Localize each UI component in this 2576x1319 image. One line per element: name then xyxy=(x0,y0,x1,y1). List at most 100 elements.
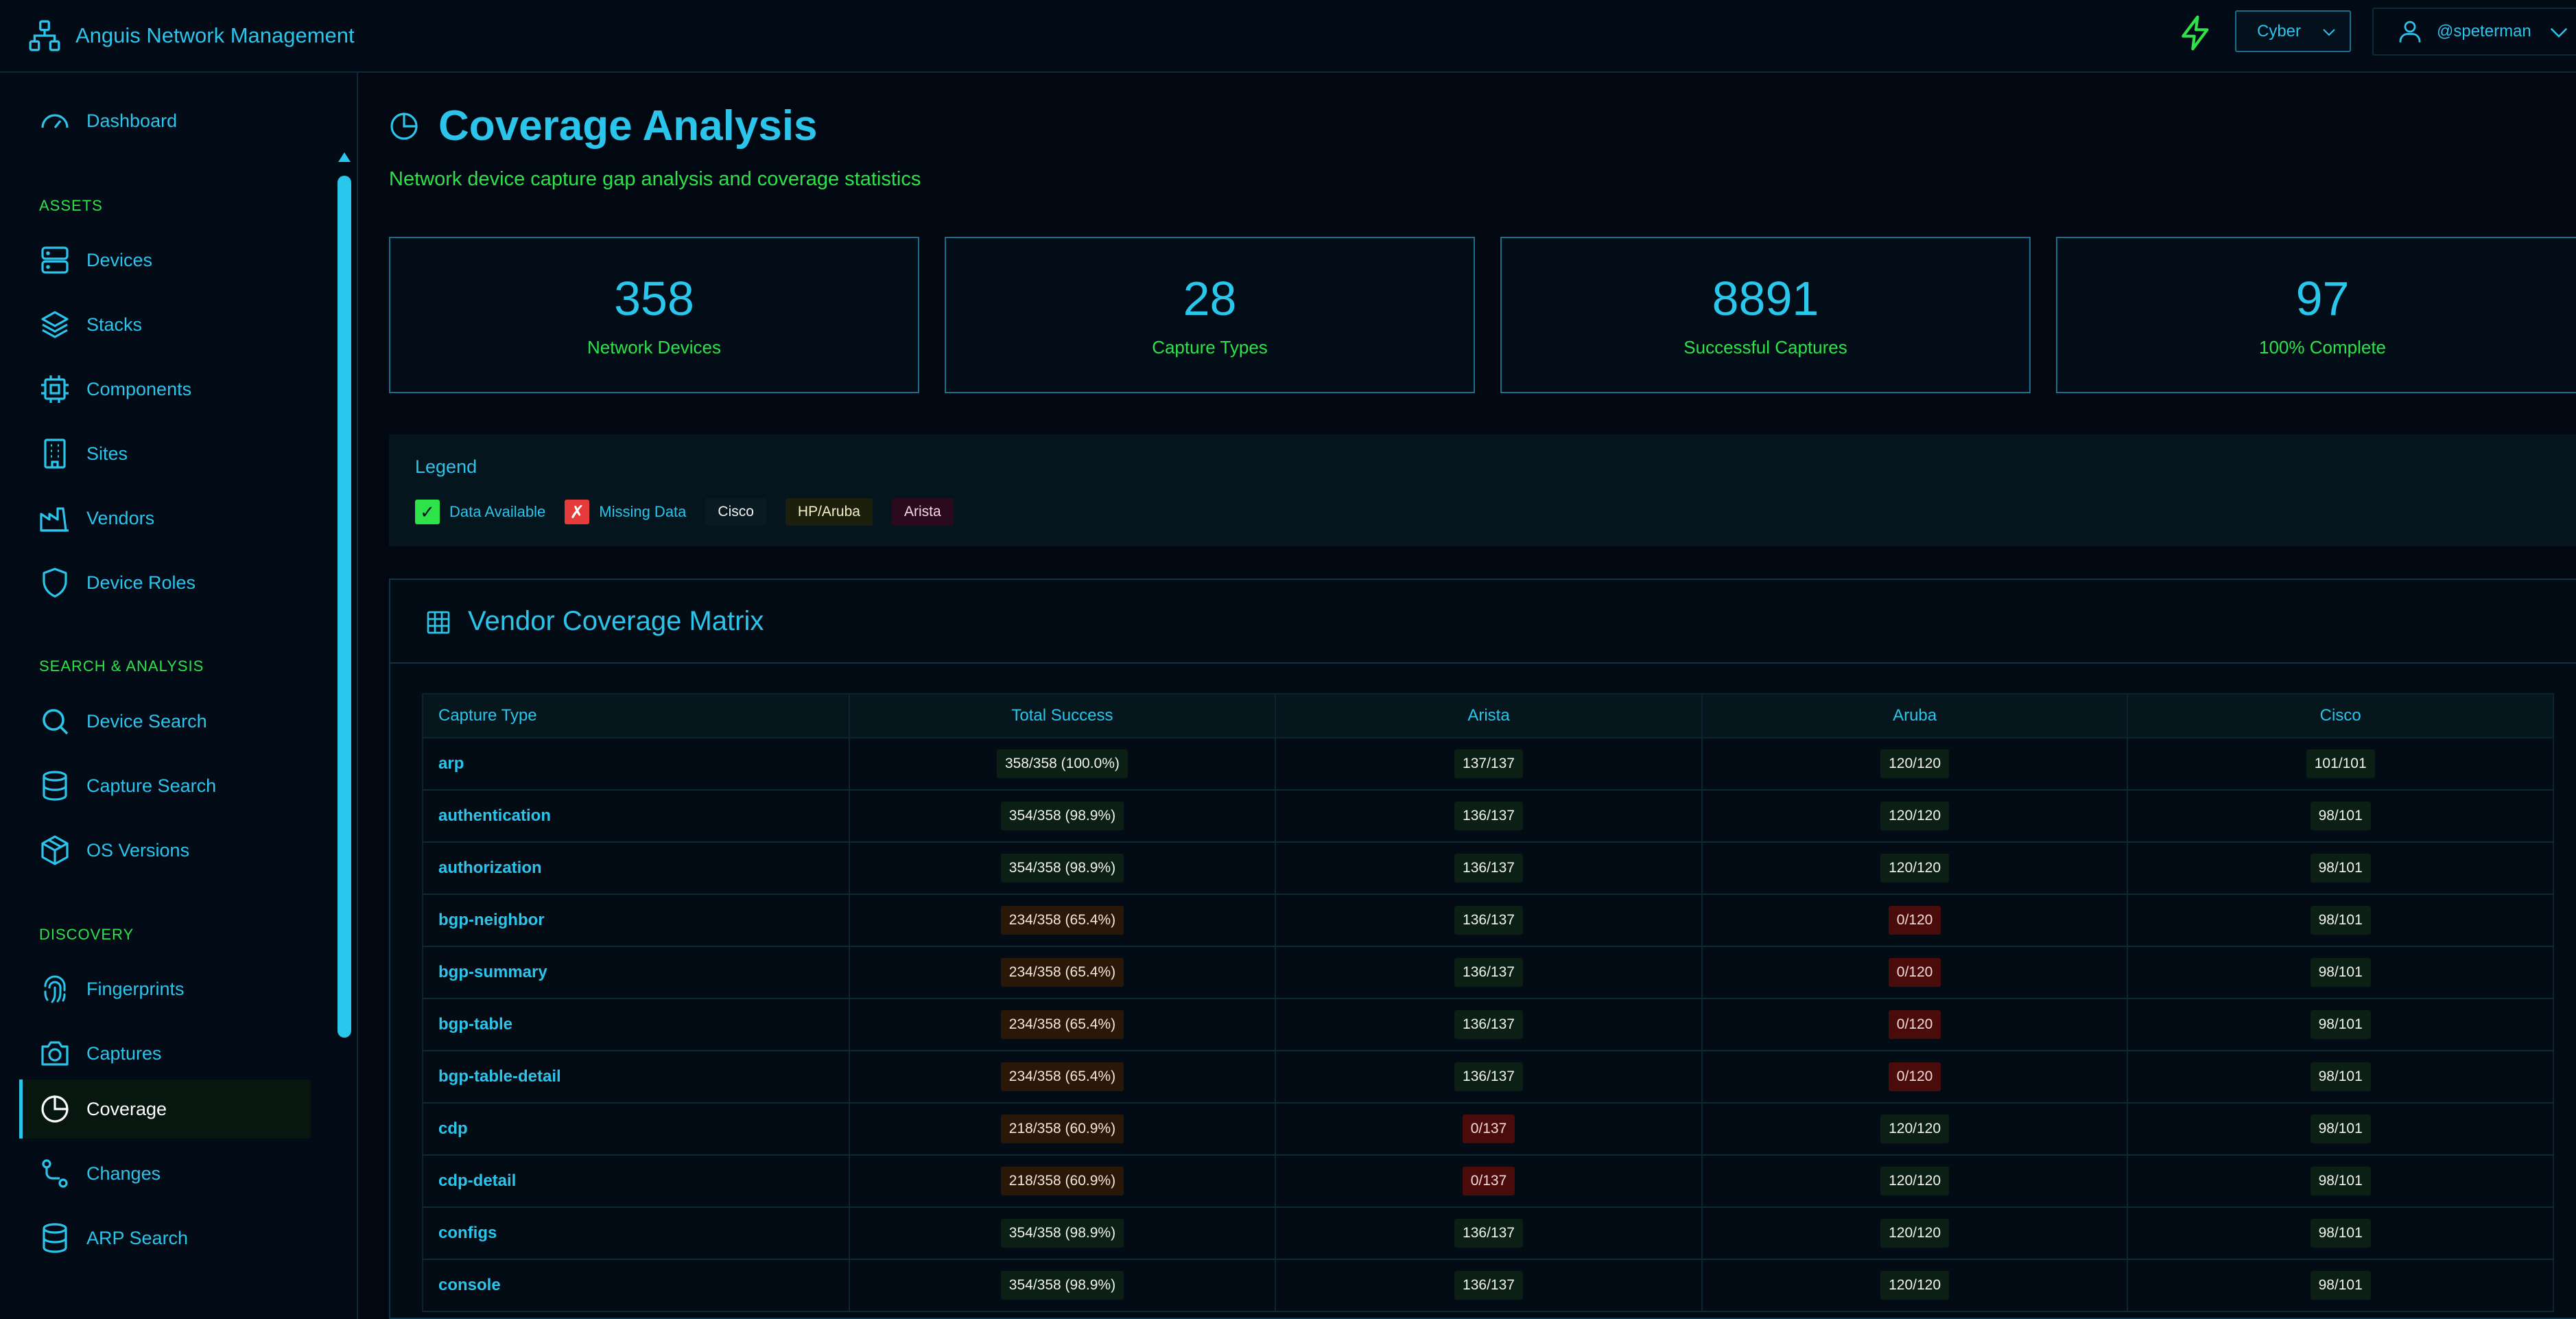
stat-card-complete: 97 100% Complete xyxy=(2056,237,2576,393)
sidebar-item-label: Stacks xyxy=(86,314,143,335)
sidebar-item-sites[interactable]: Sites xyxy=(19,424,311,483)
table-row: configs 354/358 (98.9%) 136/137 120/120 98/1… xyxy=(422,1207,2554,1260)
aruba-cell: 120/120 xyxy=(1701,842,2129,895)
coverage-value: 354/358 (98.9%) xyxy=(1000,1271,1124,1300)
cisco-cell: 98/101 xyxy=(2127,1051,2554,1104)
capture-type-link[interactable]: configs xyxy=(438,1224,497,1242)
table-row: arp 358/358 (100.0%) 137/137 120/120 101/101 xyxy=(422,738,2554,791)
capture-type-link[interactable]: bgp-table-detail xyxy=(438,1067,561,1086)
coverage-value: 136/137 xyxy=(1454,1219,1523,1248)
sidebar-item-device-roles[interactable]: Device Roles xyxy=(19,553,311,612)
coverage-value: 98/101 xyxy=(2310,906,2371,935)
aruba-cell: 120/120 xyxy=(1701,1103,2129,1156)
column-header[interactable]: Aruba xyxy=(1701,693,2129,738)
aruba-cell: 0/120 xyxy=(1701,1051,2129,1104)
capture-type-link[interactable]: console xyxy=(438,1276,501,1294)
sidebar-item-changes[interactable]: Changes xyxy=(19,1144,311,1203)
legend-available-label: Data Available xyxy=(449,503,546,520)
coverage-value: 234/358 (65.4%) xyxy=(1000,1062,1124,1091)
coverage-value: 120/120 xyxy=(1880,1219,1950,1248)
coverage-value: 120/120 xyxy=(1880,1271,1950,1300)
section-heading-assets: ASSETS xyxy=(39,197,103,214)
total-success-cell: 354/358 (98.9%) xyxy=(848,1259,1277,1312)
capture-type-link[interactable]: cdp-detail xyxy=(438,1171,516,1190)
capture-type-link[interactable]: authorization xyxy=(438,859,542,877)
coverage-value: 98/101 xyxy=(2310,1114,2371,1143)
aruba-cell: 0/120 xyxy=(1701,999,2129,1051)
sidebar-item-devices[interactable]: Devices xyxy=(19,231,311,290)
sidebar-item-capture-search[interactable]: Capture Search xyxy=(19,756,311,815)
cisco-cell: 98/101 xyxy=(2127,1103,2554,1156)
sidebar-item-coverage[interactable]: Coverage xyxy=(19,1079,311,1139)
arista-cell: 136/137 xyxy=(1275,999,1703,1051)
sidebar-item-label: Capture Search xyxy=(86,775,217,796)
table-row: cdp-detail 218/358 (60.9%) 0/137 120/120 98/… xyxy=(422,1155,2554,1208)
column-header[interactable]: Capture Type xyxy=(422,693,850,738)
cisco-cell: 101/101 xyxy=(2127,738,2554,791)
stat-label: Successful Captures xyxy=(1683,337,1847,358)
coverage-value: 354/358 (98.9%) xyxy=(1000,1219,1124,1248)
total-success-cell: 234/358 (65.4%) xyxy=(848,999,1277,1051)
shield-icon xyxy=(43,568,67,598)
sidebar-item-stacks[interactable]: Stacks xyxy=(19,295,311,354)
database-icon xyxy=(43,771,67,801)
scroll-up-arrow-icon[interactable] xyxy=(336,150,353,165)
capture-type-link[interactable]: bgp-table xyxy=(438,1015,512,1034)
app-title: Anguis Network Management xyxy=(75,23,355,47)
capture-type-cell: bgp-summary xyxy=(422,946,850,999)
table-row: bgp-table-detail 234/358 (65.4%) 136/137 0/… xyxy=(422,1051,2554,1104)
cisco-cell: 98/101 xyxy=(2127,999,2554,1051)
sidebar-item-device-search[interactable]: Device Search xyxy=(19,692,311,751)
sidebar-item-dashboard[interactable]: Dashboard xyxy=(19,91,311,150)
coverage-value: 98/101 xyxy=(2310,802,2371,830)
capture-type-cell: bgp-table xyxy=(422,999,850,1051)
total-success-cell: 354/358 (98.9%) xyxy=(848,790,1277,843)
sidebar-item-captures[interactable]: Captures xyxy=(19,1024,311,1083)
sidebar-item-fingerprints[interactable]: Fingerprints xyxy=(19,959,311,1018)
coverage-value: 0/120 xyxy=(1888,1062,1941,1091)
theme-select[interactable]: Cyber xyxy=(2235,10,2351,52)
brand[interactable]: Anguis Network Management xyxy=(27,15,355,56)
column-header[interactable]: Total Success xyxy=(848,693,1277,738)
page-subtitle: Network device capture gap analysis and … xyxy=(389,168,921,190)
capture-type-link[interactable]: authentication xyxy=(438,806,551,825)
cisco-cell: 98/101 xyxy=(2127,946,2554,999)
stat-value: 8891 xyxy=(1712,272,1819,325)
coverage-value: 234/358 (65.4%) xyxy=(1000,906,1124,935)
capture-type-link[interactable]: bgp-neighbor xyxy=(438,911,545,929)
coverage-value: 98/101 xyxy=(2310,1010,2371,1039)
sidebar-item-components[interactable]: Components xyxy=(19,360,311,419)
coverage-value: 218/358 (60.9%) xyxy=(1000,1114,1124,1143)
capture-type-cell: arp xyxy=(422,738,850,791)
table-header-row: Capture Type Total Success Arista Aruba … xyxy=(422,693,2554,738)
aruba-cell: 0/120 xyxy=(1701,946,2129,999)
coverage-value: 136/137 xyxy=(1454,1010,1523,1039)
sidebar-item-vendors[interactable]: Vendors xyxy=(19,489,311,548)
user-menu-button[interactable]: @speterman xyxy=(2372,8,2576,56)
cisco-cell: 98/101 xyxy=(2127,790,2554,843)
capture-type-link[interactable]: arp xyxy=(438,754,464,773)
layers-icon xyxy=(41,311,69,338)
sidebar-item-label: Changes xyxy=(86,1163,161,1184)
table-row: cdp 218/358 (60.9%) 0/137 120/120 98/101 xyxy=(422,1103,2554,1156)
sidebar-item-os-versions[interactable]: OS Versions xyxy=(19,821,311,880)
capture-type-link[interactable]: bgp-summary xyxy=(438,963,547,981)
coverage-value: 98/101 xyxy=(2310,1219,2371,1248)
capture-type-link[interactable]: cdp xyxy=(438,1119,468,1138)
capture-type-cell: bgp-table-detail xyxy=(422,1051,850,1104)
chevron-down-icon xyxy=(2323,29,2335,36)
sidebar-item-arp-search[interactable]: ARP Search xyxy=(19,1209,311,1268)
total-success-cell: 234/358 (65.4%) xyxy=(848,946,1277,999)
cpu-icon xyxy=(41,375,69,403)
coverage-value: 0/120 xyxy=(1888,906,1941,935)
legend-row: ✓ Data Available ✗ Missing Data Cisco HP… xyxy=(415,498,973,526)
column-header[interactable]: Cisco xyxy=(2127,693,2554,738)
column-header[interactable]: Arista xyxy=(1275,693,1703,738)
sidebar-scrollbar-thumb[interactable] xyxy=(338,176,351,1038)
sidebar-item-label: ARP Search xyxy=(86,1227,189,1248)
chevron-down-icon xyxy=(2550,27,2568,38)
database-icon xyxy=(43,1223,67,1253)
sidebar-item-label: Device Search xyxy=(86,710,207,732)
lightning-icon[interactable] xyxy=(2177,14,2215,52)
table-row: authentication 354/358 (98.9%) 136/137 120/… xyxy=(422,790,2554,843)
